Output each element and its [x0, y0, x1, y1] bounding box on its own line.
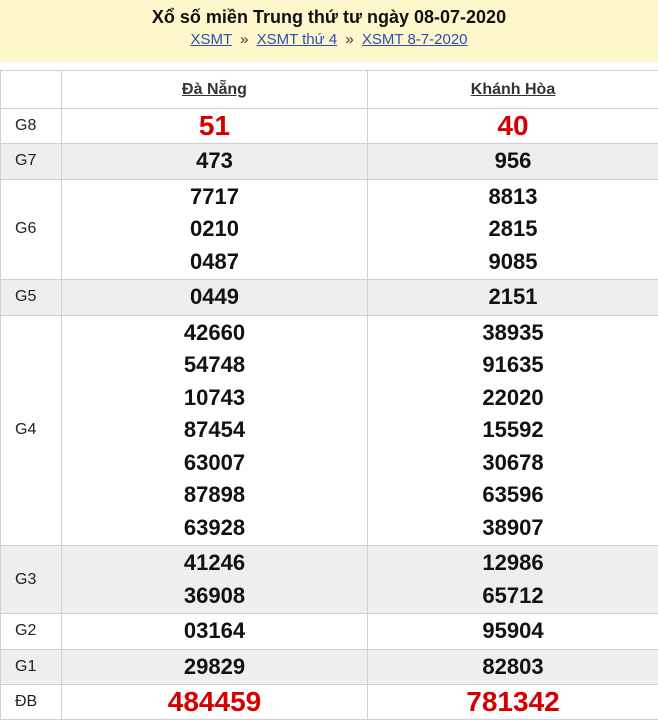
breadcrumb-separator: » — [240, 31, 248, 48]
prize-number: 65712 — [368, 580, 658, 613]
prize-number: 15592 — [368, 414, 658, 447]
prize-cell: 42660547481074387454630078789863928 — [62, 315, 368, 546]
prize-cell: 473 — [62, 144, 368, 180]
prize-label: G3 — [1, 546, 62, 614]
prize-cell: 881328159085 — [368, 179, 658, 280]
breadcrumb-separator: » — [345, 31, 353, 48]
prize-number: 10743 — [62, 382, 367, 415]
prize-number: 63596 — [368, 479, 658, 512]
breadcrumb-link-xsmt[interactable]: XSMT — [190, 31, 231, 48]
prize-number: 38907 — [368, 512, 658, 545]
prize-cell: 484459 — [62, 685, 368, 720]
breadcrumb-link-xsmt-date[interactable]: XSMT 8-7-2020 — [362, 31, 468, 48]
prize-number: 54748 — [62, 349, 367, 382]
prize-number: 956 — [368, 145, 658, 178]
prize-cell: 4124636908 — [62, 546, 368, 614]
prize-cell: 0449 — [62, 280, 368, 316]
province-header-da-nang[interactable]: Đà Nẵng — [62, 71, 368, 109]
prize-cell: 95904 — [368, 614, 658, 650]
prize-number: 40 — [368, 110, 658, 142]
prize-cell: 956 — [368, 144, 658, 180]
page-title: Xổ số miền Trung thứ tư ngày 08-07-2020 — [0, 6, 658, 28]
prize-label: G5 — [1, 280, 62, 316]
prize-number: 12986 — [368, 547, 658, 580]
prize-number: 42660 — [62, 317, 367, 350]
prize-number: 0487 — [62, 246, 367, 279]
prize-row-đb: ĐB484459781342 — [1, 685, 658, 720]
prize-cell: 29829 — [62, 649, 368, 685]
prize-number: 95904 — [368, 615, 658, 648]
prize-number: 91635 — [368, 349, 658, 382]
prize-number: 87898 — [62, 479, 367, 512]
prize-number: 473 — [62, 145, 367, 178]
prize-row-g4: G442660547481074387454630078789863928389… — [1, 315, 658, 546]
prize-row-g7: G7473956 — [1, 144, 658, 180]
prize-number: 9085 — [368, 246, 658, 279]
prize-number: 22020 — [368, 382, 658, 415]
prize-number: 03164 — [62, 615, 367, 648]
breadcrumb: XSMT » XSMT thứ 4 » XSMT 8-7-2020 — [0, 30, 658, 50]
prize-number: 484459 — [62, 686, 367, 718]
prize-number: 36908 — [62, 580, 367, 613]
prize-number: 0449 — [62, 281, 367, 314]
prize-number: 0210 — [62, 213, 367, 246]
results-table: Đà Nẵng Khánh Hòa G85140G7473956G6771702… — [0, 70, 658, 720]
prize-row-g8: G85140 — [1, 109, 658, 144]
prize-number: 8813 — [368, 181, 658, 214]
prize-row-g3: G341246369081298665712 — [1, 546, 658, 614]
prize-number: 7717 — [62, 181, 367, 214]
prize-number: 29829 — [62, 651, 367, 684]
prize-number: 63007 — [62, 447, 367, 480]
prize-number: 51 — [62, 110, 367, 142]
prize-number: 38935 — [368, 317, 658, 350]
prize-number: 30678 — [368, 447, 658, 480]
page-header: Xổ số miền Trung thứ tư ngày 08-07-2020 … — [0, 0, 658, 62]
prize-label: G2 — [1, 614, 62, 650]
prize-cell: 771702100487 — [62, 179, 368, 280]
prize-row-g6: G6771702100487881328159085 — [1, 179, 658, 280]
prize-label: G8 — [1, 109, 62, 144]
prize-cell: 51 — [62, 109, 368, 144]
header-gap — [0, 62, 658, 70]
breadcrumb-link-xsmt-thu-4[interactable]: XSMT thứ 4 — [257, 31, 338, 48]
prize-cell: 40 — [368, 109, 658, 144]
prize-cell: 38935916352202015592306786359638907 — [368, 315, 658, 546]
prize-cell: 781342 — [368, 685, 658, 720]
prize-label: G4 — [1, 315, 62, 546]
prize-row-g5: G504492151 — [1, 280, 658, 316]
prize-row-g2: G20316495904 — [1, 614, 658, 650]
prize-cell: 03164 — [62, 614, 368, 650]
prize-label: G7 — [1, 144, 62, 180]
table-header-row: Đà Nẵng Khánh Hòa — [1, 71, 658, 109]
prize-row-g1: G12982982803 — [1, 649, 658, 685]
prize-number: 41246 — [62, 547, 367, 580]
prize-label: ĐB — [1, 685, 62, 720]
prize-number: 2151 — [368, 281, 658, 314]
province-header-khanh-hoa[interactable]: Khánh Hòa — [368, 71, 658, 109]
corner-cell — [1, 71, 62, 109]
prize-number: 781342 — [368, 686, 658, 718]
prize-number: 87454 — [62, 414, 367, 447]
prize-cell: 2151 — [368, 280, 658, 316]
prize-number: 63928 — [62, 512, 367, 545]
prize-label: G6 — [1, 179, 62, 280]
prize-cell: 82803 — [368, 649, 658, 685]
prize-number: 82803 — [368, 651, 658, 684]
prize-number: 2815 — [368, 213, 658, 246]
prize-label: G1 — [1, 649, 62, 685]
prize-cell: 1298665712 — [368, 546, 658, 614]
